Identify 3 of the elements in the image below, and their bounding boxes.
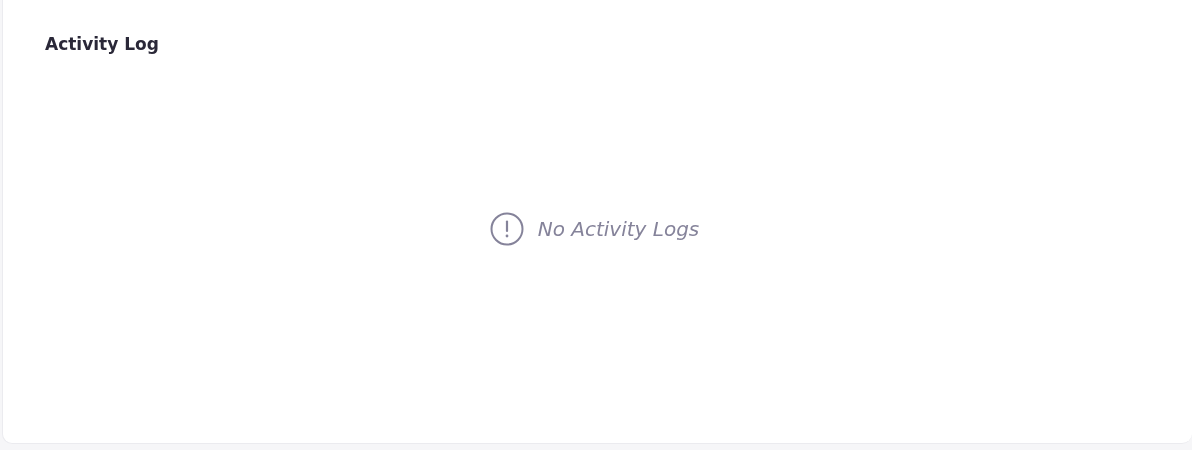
card-title: Activity Log [45,34,160,54]
empty-message: No Activity Logs [537,216,700,241]
info-icon [489,211,524,246]
